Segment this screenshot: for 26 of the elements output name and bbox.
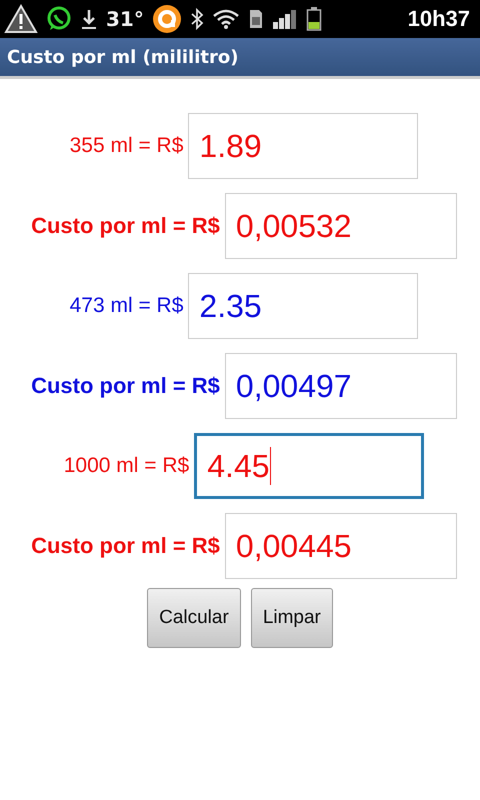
field-label: Custo por ml = R$	[31, 213, 220, 239]
warning-icon	[4, 4, 38, 34]
result-field[interactable]: 0,00445	[224, 513, 457, 579]
field-label: 1000 ml = R$	[64, 454, 190, 478]
battery-icon	[306, 6, 322, 32]
signal-icon	[272, 8, 298, 30]
result-field[interactable]: 0,00497	[224, 353, 457, 419]
price-field[interactable]: 1.89	[188, 113, 418, 179]
calculate-button[interactable]: Calcular	[147, 588, 241, 648]
sim-card-icon	[248, 8, 264, 30]
field-label: 355 ml = R$	[70, 134, 184, 158]
download-icon	[80, 7, 98, 31]
field-label: Custo por ml = R$	[31, 373, 220, 399]
field-label: Custo por ml = R$	[31, 533, 220, 559]
price-field[interactable]: 4.45	[194, 433, 424, 499]
field-label: 473 ml = R$	[70, 294, 184, 318]
clear-button[interactable]: Limpar	[250, 588, 333, 648]
chat-bubble-icon	[46, 6, 72, 32]
price-field[interactable]: 2.35	[188, 273, 418, 339]
temperature-text: 31°	[106, 7, 144, 31]
app-title: Custo por ml (mililitro)	[7, 46, 238, 68]
wifi-icon	[212, 8, 240, 30]
result-field[interactable]: 0,00532	[224, 193, 457, 259]
ring-icon	[152, 4, 182, 34]
clock-text: 10h37	[408, 6, 470, 32]
bluetooth-icon	[190, 7, 204, 31]
